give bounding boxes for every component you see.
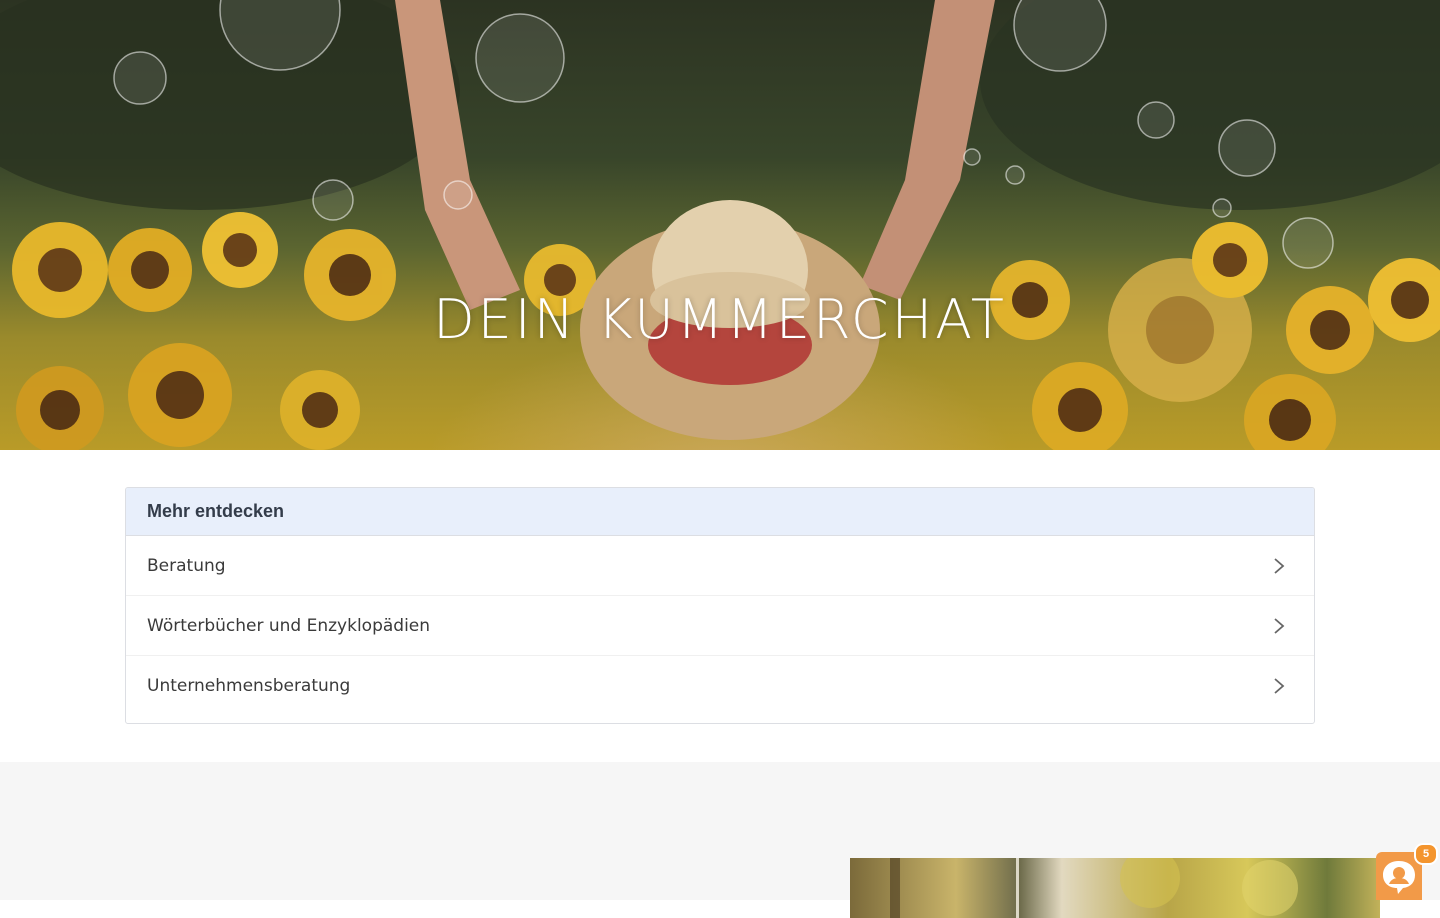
list-item-label: Unternehmensberatung	[147, 676, 351, 696]
hero-banner: DEIN KUMMERCHAT	[0, 0, 1440, 450]
list-item-beratung[interactable]: Beratung	[126, 536, 1314, 596]
list-item-unternehmensberatung[interactable]: Unternehmensberatung	[126, 656, 1314, 716]
list-item-woerterbuecher[interactable]: Wörterbücher und Enzyklopädien	[126, 596, 1314, 656]
notification-badge: 5	[1414, 843, 1438, 865]
list-item-label: Beratung	[147, 555, 226, 576]
chevron-right-icon	[1274, 617, 1285, 634]
discover-section: Mehr entdecken Beratung Wörterbücher und…	[0, 450, 1440, 762]
chevron-right-icon	[1274, 678, 1285, 694]
chevron-right-icon	[1274, 557, 1285, 574]
panel-header: Mehr entdecken	[126, 488, 1314, 536]
content-section	[0, 762, 1440, 918]
discover-panel: Mehr entdecken Beratung Wörterbücher und…	[125, 487, 1315, 724]
hero-photo	[0, 0, 1440, 450]
hero-title: DEIN KUMMERCHAT	[433, 288, 1007, 351]
list-item-label: Wörterbücher und Enzyklopädien	[147, 615, 431, 636]
article-image	[850, 858, 1380, 918]
chat-bubble-icon	[1383, 861, 1415, 894]
panel-heading: Mehr entdecken	[147, 501, 285, 521]
